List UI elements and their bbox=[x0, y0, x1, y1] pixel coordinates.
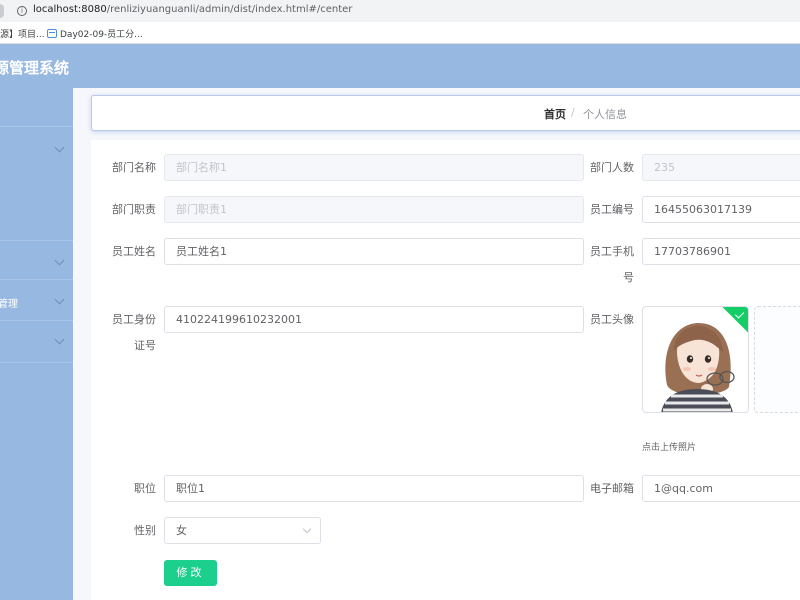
emp-phone-label: 员工手机 bbox=[590, 245, 634, 258]
url-path: /renliziyuanguanli/admin/dist/index.html… bbox=[106, 4, 353, 15]
dept-duty-label: 部门职责 bbox=[112, 203, 156, 216]
info-icon[interactable]: i bbox=[17, 6, 27, 16]
browser-address-bar[interactable]: i localhost:8080/renliziyuanguanli/admin… bbox=[0, 0, 800, 22]
chevron-down-icon bbox=[54, 334, 65, 345]
dept-count-label: 部门人数 bbox=[590, 161, 634, 174]
gender-label: 性别 bbox=[134, 524, 156, 537]
emp-id-label: 员工身份 bbox=[112, 313, 156, 326]
chevron-down-icon bbox=[54, 294, 65, 305]
dept-name-input: 部门名称1 bbox=[164, 154, 584, 181]
emp-phone-label-cont: 号 bbox=[623, 271, 634, 284]
sidebar-item[interactable]: 管理 bbox=[0, 280, 73, 321]
app-header: 源管理系统 bbox=[0, 44, 800, 88]
emp-id-label-cont: 证号 bbox=[134, 339, 156, 352]
bookmarks-bar: 源】项目... Day02-09-员工分... bbox=[0, 22, 800, 44]
emp-name-input[interactable]: 员工姓名1 bbox=[164, 238, 584, 265]
sidebar-item[interactable] bbox=[0, 321, 73, 363]
upload-tip: 点击上传照片 bbox=[642, 443, 697, 453]
url-text[interactable]: localhost:8080/renliziyuanguanli/admin/d… bbox=[33, 4, 352, 15]
gender-value: 女 bbox=[176, 524, 187, 537]
edit-button[interactable]: 修改 bbox=[164, 560, 217, 586]
email-label: 电子邮箱 bbox=[590, 482, 634, 495]
emp-no-label: 员工编号 bbox=[590, 203, 634, 216]
emp-avatar-label: 员工头像 bbox=[590, 313, 634, 326]
bookmark-label: 源】项目... bbox=[0, 30, 45, 40]
dept-name-label: 部门名称 bbox=[112, 161, 156, 174]
breadcrumb-current: 个人信息 bbox=[583, 108, 627, 121]
position-input[interactable]: 职位1 bbox=[164, 475, 584, 502]
chevron-down-icon bbox=[302, 524, 312, 534]
emp-id-input[interactable]: 410224199610232001 bbox=[164, 306, 584, 333]
chevron-down-icon bbox=[54, 255, 65, 266]
emp-phone-input[interactable]: 17703786901 bbox=[642, 238, 800, 265]
app-title: 源管理系统 bbox=[0, 59, 70, 77]
dept-duty-input: 部门职责1 bbox=[164, 196, 584, 223]
dept-count-input: 235 bbox=[642, 154, 800, 181]
upload-button[interactable]: + bbox=[754, 306, 800, 413]
calendar-icon bbox=[47, 29, 57, 38]
chevron-down-icon bbox=[54, 142, 65, 153]
email-input[interactable]: 1@qq.com bbox=[642, 475, 800, 502]
breadcrumb-home[interactable]: 首页 bbox=[544, 106, 566, 122]
emp-name-label: 员工姓名 bbox=[112, 245, 156, 258]
sidebar-item[interactable] bbox=[0, 127, 73, 241]
position-label: 职位 bbox=[134, 482, 156, 495]
bookmark-label: Day02-09-员工分... bbox=[60, 30, 143, 40]
sidebar: 管理 bbox=[0, 88, 73, 600]
sidebar-item[interactable] bbox=[0, 241, 73, 280]
breadcrumb bbox=[91, 95, 800, 131]
avatar-image bbox=[661, 322, 735, 412]
sidebar-item[interactable] bbox=[0, 88, 73, 127]
bookmark-item[interactable]: Day02-09-员工分... bbox=[47, 27, 143, 40]
bookmark-item[interactable]: 源】项目... bbox=[0, 27, 45, 40]
breadcrumb-separator: / bbox=[571, 106, 575, 119]
gender-select[interactable]: 女 bbox=[164, 517, 321, 544]
emp-no-input[interactable]: 16455063017139 bbox=[642, 196, 800, 223]
browser-tab-edge bbox=[0, 4, 4, 18]
sidebar-item-label: 管理 bbox=[0, 299, 18, 310]
url-host: localhost:8080 bbox=[33, 4, 107, 15]
avatar[interactable] bbox=[642, 306, 749, 413]
